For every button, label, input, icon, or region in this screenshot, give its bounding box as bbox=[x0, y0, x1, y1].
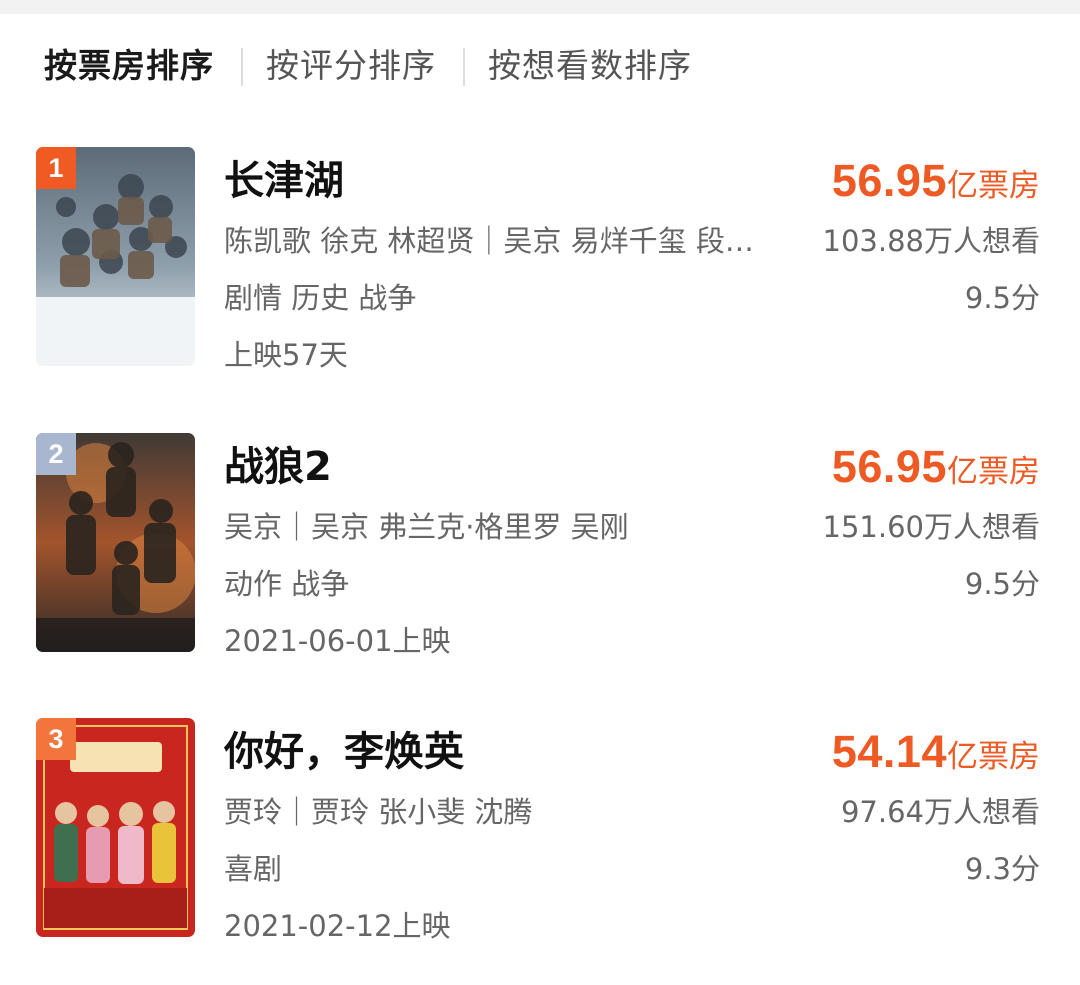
movie-genres: 剧情 历史 战争 bbox=[224, 281, 417, 315]
box-office-value: 54.14 bbox=[831, 726, 947, 777]
tab-divider bbox=[241, 48, 243, 86]
movie-cast: 吴京｜吴京 弗兰克·格里罗 吴刚 bbox=[224, 510, 629, 544]
movie-title[interactable]: 长津湖 bbox=[224, 153, 344, 209]
rank-badge: 2 bbox=[36, 433, 76, 475]
movie-row[interactable]: 3 你好，李焕英 贾玲｜贾玲 张小斐 沈腾 喜剧 2021-02-12上映 54… bbox=[0, 716, 1080, 943]
want-to-see-count: 151.60万人想看 bbox=[822, 510, 1040, 544]
movie-release: 上映57天 bbox=[224, 338, 348, 372]
sort-tabs: 按票房排序 按评分排序 按想看数排序 bbox=[0, 38, 1080, 94]
rank-badge: 3 bbox=[36, 718, 76, 760]
top-divider-strip bbox=[0, 0, 1080, 14]
movie-score: 9.3分 bbox=[964, 852, 1040, 886]
tab-sort-by-score[interactable]: 按评分排序 bbox=[266, 38, 436, 94]
movie-release: 2021-02-12上映 bbox=[224, 909, 451, 943]
box-office-unit: 亿票房 bbox=[947, 168, 1040, 204]
movie-row[interactable]: 2 战狼2 吴京｜吴京 弗兰克·格里罗 吴刚 动作 战争 2021-06-01上… bbox=[0, 431, 1080, 658]
tab-sort-by-want-to-see[interactable]: 按想看数排序 bbox=[488, 38, 692, 94]
tab-divider bbox=[463, 48, 465, 86]
movie-score: 9.5分 bbox=[964, 567, 1040, 601]
box-office-unit: 亿票房 bbox=[947, 739, 1040, 775]
movie-cast: 陈凯歌 徐克 林超贤｜吴京 易烊千玺 段… bbox=[224, 224, 754, 258]
movie-title[interactable]: 你好，李焕英 bbox=[224, 724, 464, 780]
rank-badge: 1 bbox=[36, 147, 76, 189]
want-to-see-count: 103.88万人想看 bbox=[822, 224, 1040, 258]
box-office-value: 56.95 bbox=[831, 155, 947, 206]
box-office-unit: 亿票房 bbox=[947, 454, 1040, 490]
tab-sort-by-box-office[interactable]: 按票房排序 bbox=[44, 38, 214, 94]
movie-cast: 贾玲｜贾玲 张小斐 沈腾 bbox=[224, 795, 533, 829]
movie-genres: 喜剧 bbox=[224, 852, 283, 886]
movie-row[interactable]: 1 长津湖 陈凯歌 徐克 林超贤｜吴京 易烊千玺 段… 剧情 历史 战争 上映5… bbox=[0, 145, 1080, 372]
movie-score: 9.5分 bbox=[964, 281, 1040, 315]
movie-title[interactable]: 战狼2 bbox=[224, 439, 332, 495]
movie-genres: 动作 战争 bbox=[224, 567, 350, 601]
want-to-see-count: 97.64万人想看 bbox=[840, 795, 1040, 829]
box-office: 56.95亿票房 bbox=[832, 437, 1040, 497]
box-office: 54.14亿票房 bbox=[832, 722, 1040, 782]
box-office-value: 56.95 bbox=[831, 441, 947, 492]
box-office: 56.95亿票房 bbox=[832, 151, 1040, 211]
movie-release: 2021-06-01上映 bbox=[224, 624, 451, 658]
